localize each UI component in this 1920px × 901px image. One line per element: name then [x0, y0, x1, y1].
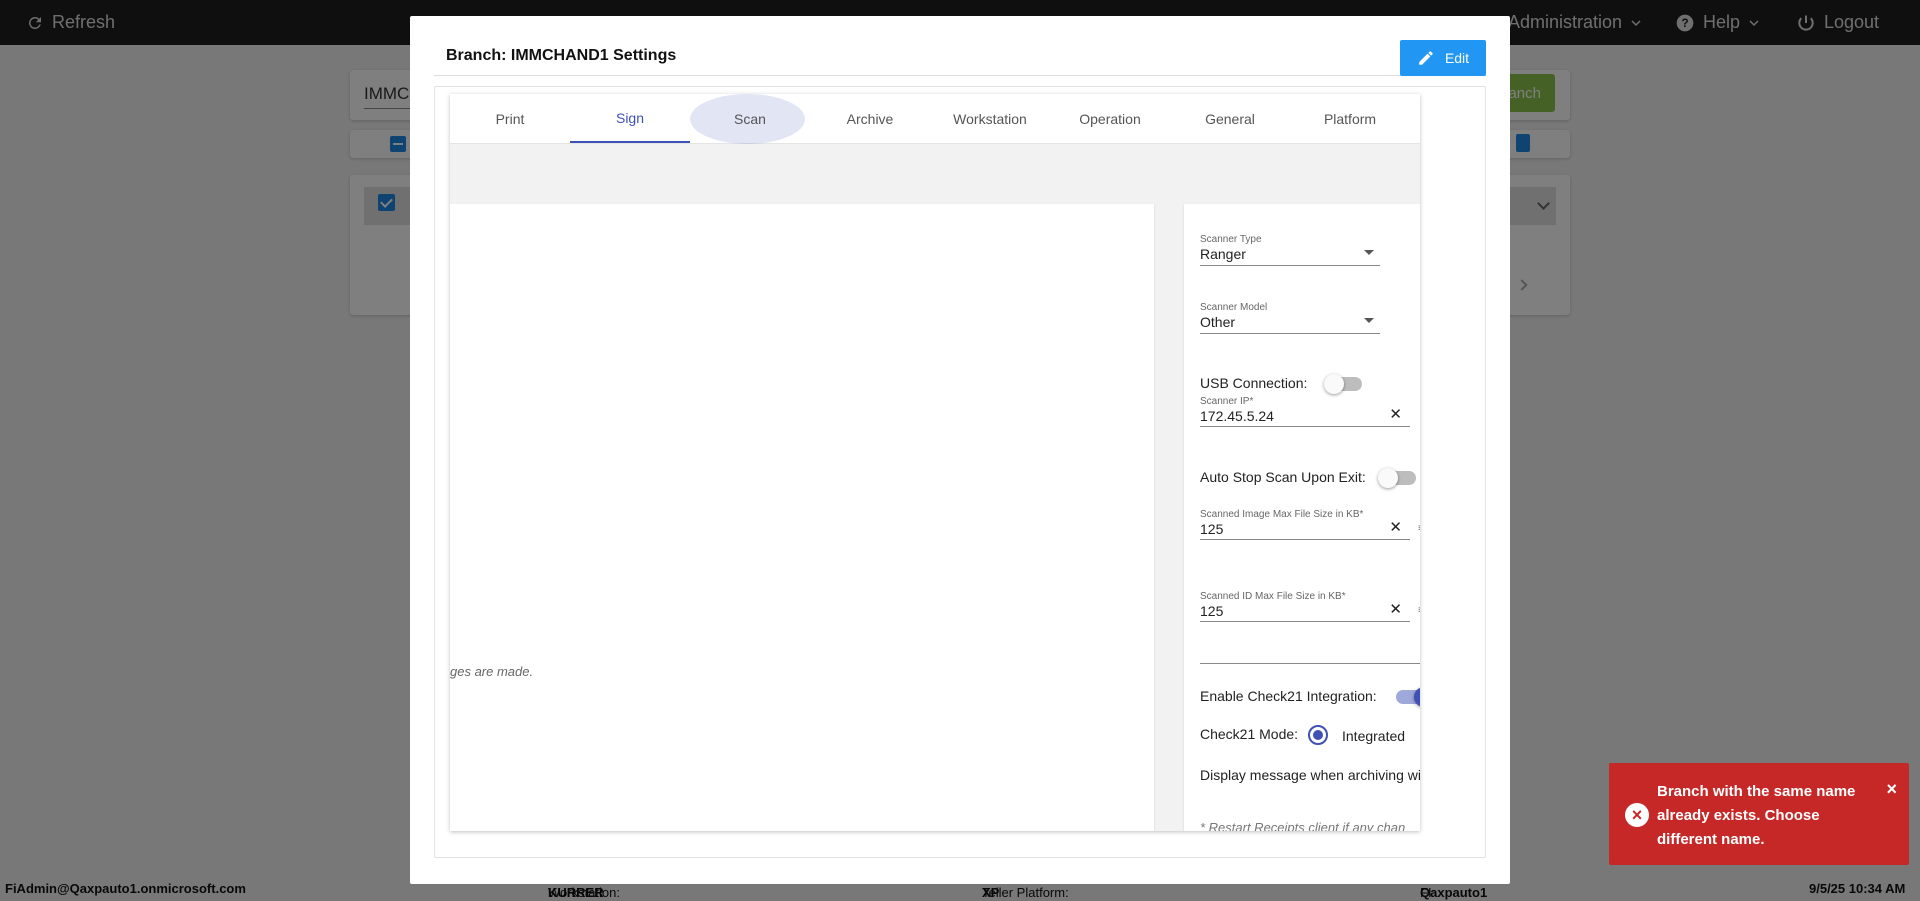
scan-settings-panel: Scanner Type Ranger Scanner Model Other … — [1184, 204, 1420, 831]
tab-general[interactable]: General — [1170, 94, 1290, 143]
usb-connection-label: USB Connection: — [1200, 375, 1308, 391]
restart-note: * Restart Receipts client if any chan — [1200, 820, 1406, 831]
settings-card: Print Sign Scan Archive Workstation Oper… — [450, 94, 1420, 831]
check21-mode-label: Check21 Mode: — [1200, 726, 1299, 742]
toggle-knob — [1378, 468, 1398, 488]
tab-content: ges are made. Scanner Type Ranger Scanne… — [450, 144, 1420, 831]
pencil-icon — [1419, 51, 1433, 65]
tab-label: Platform — [1323, 110, 1377, 127]
toggle-knob — [1324, 374, 1344, 394]
tab-print[interactable]: Print — [450, 94, 570, 143]
tab-sign[interactable]: Sign — [570, 94, 690, 143]
scanner-ip-label: Scanner IP* — [1200, 396, 1254, 407]
toggle-knob — [1414, 687, 1420, 707]
check21-mode-value: Integrated — [1342, 728, 1406, 744]
scanner-model-value: Other — [1200, 314, 1236, 330]
divider — [1200, 663, 1420, 664]
toast-message: Branch with the same name already exists… — [1657, 783, 1856, 848]
auto-stop-toggle[interactable] — [1378, 468, 1416, 488]
clear-icon[interactable]: ✕ — [1389, 407, 1402, 422]
tab-scan[interactable]: Scan — [690, 94, 810, 144]
scanner-ip-value: 172.45.5.24 — [1200, 408, 1274, 424]
scanner-ip-field[interactable]: Scanner IP* 172.45.5.24 ✕ — [1200, 396, 1410, 427]
stepper-icon[interactable]: ≡ — [1418, 523, 1420, 534]
dialog-header: Branch: IMMCHAND1 Settings Edit — [434, 34, 1486, 76]
dialog-title: Branch: IMMCHAND1 Settings — [446, 47, 677, 64]
stepper-icon[interactable]: ≡ — [1418, 605, 1420, 616]
auto-stop-label: Auto Stop Scan Upon Exit: — [1200, 469, 1366, 485]
tab-operation[interactable]: Operation — [1050, 94, 1170, 143]
scanner-type-select[interactable]: Scanner Type Ranger — [1200, 234, 1380, 266]
edit-label: Edit — [1444, 50, 1470, 66]
check21-mode-integrated-radio[interactable] — [1308, 725, 1328, 745]
check21-toggle[interactable] — [1396, 687, 1420, 707]
tab-archive[interactable]: Archive — [810, 94, 930, 143]
error-toast: × Branch with the same name already exis… — [1609, 763, 1909, 865]
id-max-size-field[interactable]: Scanned ID Max File Size in KB* 125 ✕ ≡ — [1200, 591, 1420, 622]
id-max-size-value: 125 — [1200, 603, 1224, 619]
settings-tabs: Print Sign Scan Archive Workstation Oper… — [450, 94, 1420, 144]
image-max-size-value: 125 — [1200, 521, 1224, 537]
dropdown-arrow-icon — [1364, 250, 1374, 255]
usb-connection-toggle[interactable] — [1324, 374, 1362, 394]
clear-icon[interactable]: ✕ — [1389, 602, 1402, 617]
tab-label: Operation — [1079, 110, 1141, 127]
error-icon: × — [1625, 803, 1649, 827]
tab-label: Archive — [846, 110, 894, 127]
edit-button[interactable]: Edit — [1400, 40, 1486, 76]
clear-icon[interactable]: ✕ — [1389, 520, 1402, 535]
scanner-type-label: Scanner Type — [1200, 234, 1262, 245]
id-max-size-label: Scanned ID Max File Size in KB* — [1200, 591, 1346, 602]
check21-label: Enable Check21 Integration: — [1200, 688, 1377, 704]
tab-label: Workstation — [953, 110, 1027, 127]
restart-note: ges are made. — [450, 664, 534, 679]
image-max-size-label: Scanned Image Max File Size in KB* — [1200, 509, 1364, 520]
dropdown-arrow-icon — [1364, 318, 1374, 323]
tab-label: Scan — [734, 110, 766, 127]
tab-label: General — [1205, 110, 1255, 127]
scanner-type-value: Ranger — [1200, 246, 1246, 262]
tab-workstation[interactable]: Workstation — [930, 94, 1050, 143]
tab-label: Sign — [615, 109, 645, 126]
tab-platform[interactable]: Platform — [1290, 94, 1410, 143]
scanner-model-select[interactable]: Scanner Model Other — [1200, 302, 1380, 334]
tab-label: Print — [495, 110, 525, 127]
display-message-label: Display message when archiving wi — [1200, 767, 1420, 783]
close-icon[interactable]: × — [1886, 779, 1897, 800]
scanner-model-label: Scanner Model — [1200, 302, 1268, 313]
sign-settings-panel: ges are made. — [450, 204, 1154, 831]
image-max-size-field[interactable]: Scanned Image Max File Size in KB* 125 ✕… — [1200, 509, 1420, 540]
